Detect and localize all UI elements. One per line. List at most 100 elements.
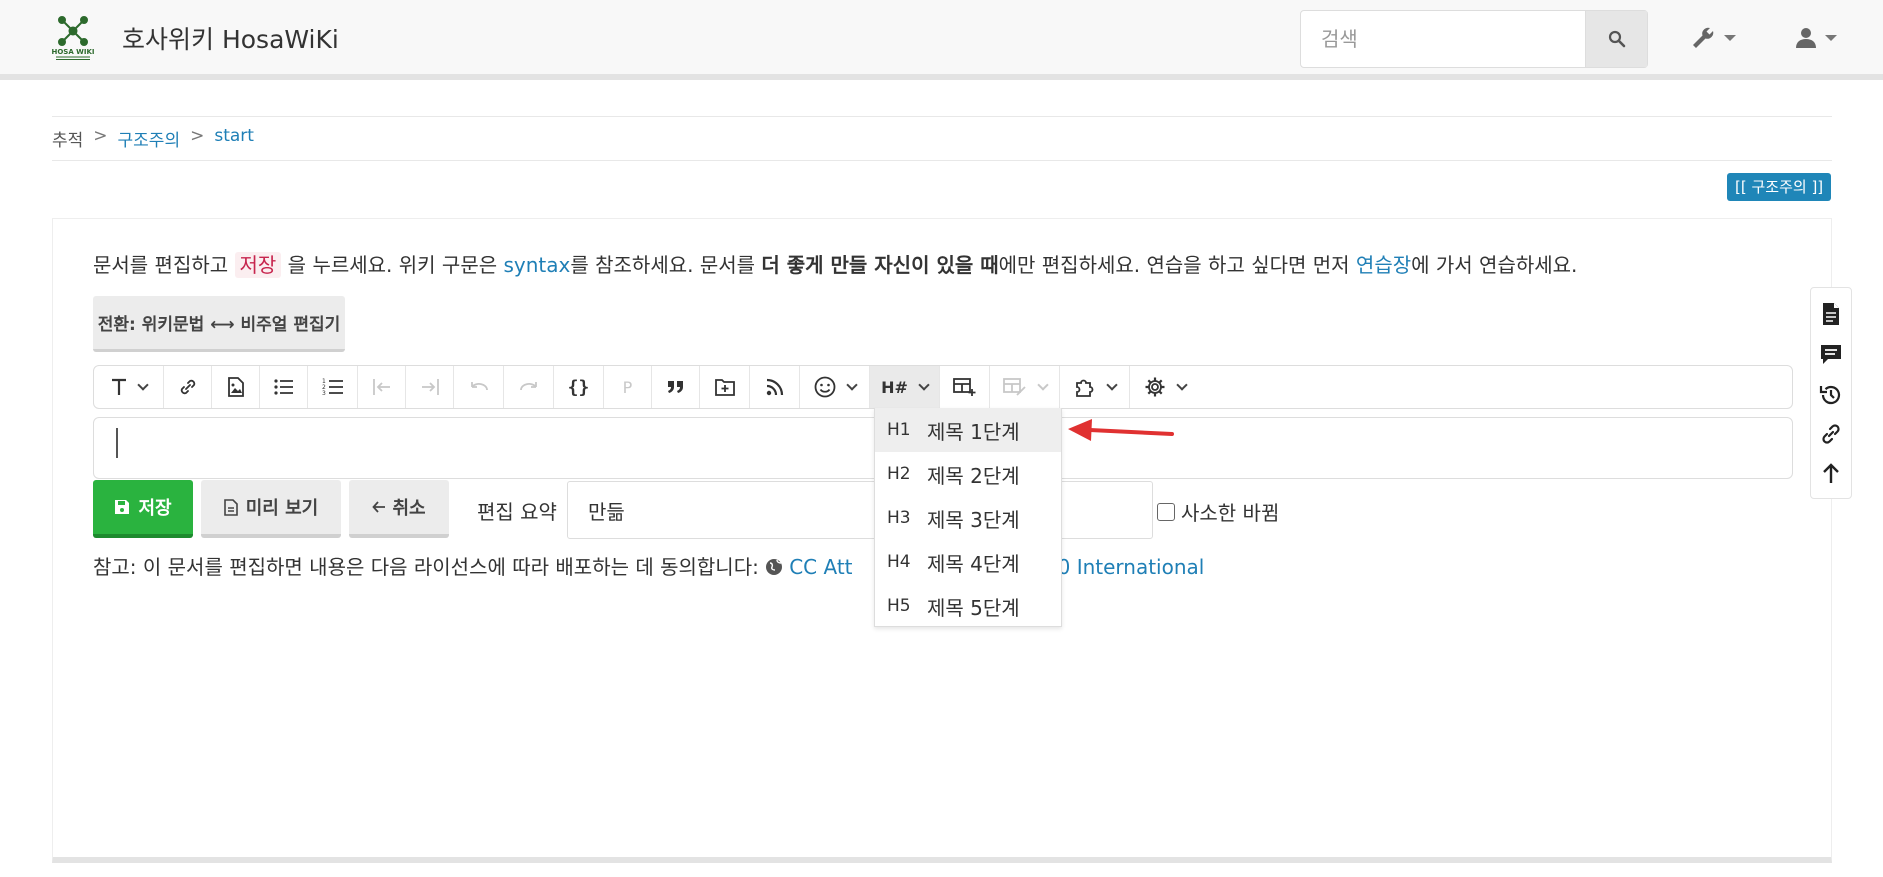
search-form	[1300, 10, 1648, 68]
save-button[interactable]: 저장	[93, 480, 193, 538]
site-title[interactable]: 호사위키 HosaWiKi	[122, 20, 339, 56]
license-link-suffix[interactable]: 4.0 International	[1039, 555, 1205, 579]
redo-icon	[519, 382, 537, 391]
chevron-down-icon	[1036, 379, 1049, 391]
heading-option-h1[interactable]: H1 제목 1단계	[875, 408, 1061, 452]
code-button[interactable]: {}	[554, 366, 604, 408]
undo-button[interactable]	[454, 366, 504, 408]
heading-option-label: 제목 1단계	[927, 419, 1020, 444]
heading-option-h4[interactable]: H4 제목 4단계	[875, 540, 1061, 584]
user-menu[interactable]	[1795, 20, 1851, 56]
chevron-down-icon	[136, 379, 149, 391]
intro-text: 를 참조하세요. 문서를	[570, 253, 762, 277]
page-tools-sidebar	[1810, 287, 1852, 499]
text-style-button[interactable]	[94, 366, 164, 408]
annotation-arrow	[1068, 419, 1174, 441]
insert-file-button[interactable]	[700, 366, 750, 408]
ordered-list-button[interactable]: 123	[308, 366, 358, 408]
page-id-badge[interactable]: [[ 구조주의 ]]	[1727, 173, 1832, 201]
rss-button[interactable]	[750, 366, 800, 408]
minor-change-label: 사소한 바뀜	[1181, 501, 1280, 525]
history-icon[interactable]	[1819, 383, 1843, 407]
preview-button[interactable]: 미리 보기	[201, 480, 341, 538]
puzzle-icon	[1075, 379, 1093, 397]
site-logo[interactable]: HOSA WIKI	[50, 12, 96, 62]
tools-menu[interactable]	[1690, 20, 1746, 56]
text-icon	[111, 378, 126, 395]
heading-dropdown-menu: H1 제목 1단계 H2 제목 2단계 H3 제목 3단계 H4 제목 4단계 …	[874, 408, 1062, 627]
document-icon[interactable]	[1821, 302, 1841, 326]
redo-button[interactable]	[504, 366, 554, 408]
heading-option-h5[interactable]: H5 제목 5단계	[875, 584, 1061, 628]
heading-option-label: 제목 4단계	[927, 551, 1020, 576]
text-cursor	[116, 428, 118, 458]
comment-icon[interactable]	[1819, 343, 1843, 367]
file-plus-icon	[714, 379, 735, 396]
bullet-list-button[interactable]	[260, 366, 308, 408]
summary-input[interactable]	[567, 481, 1153, 539]
wrench-icon	[1693, 27, 1714, 48]
emoji-button[interactable]	[800, 366, 870, 408]
quote-icon	[667, 381, 683, 393]
heading-option-h3[interactable]: H3 제목 3단계	[875, 496, 1061, 540]
syntax-link[interactable]: syntax	[503, 253, 570, 277]
smiley-icon	[814, 376, 835, 398]
cancel-label: 취소	[392, 498, 426, 519]
logo-text: HOSA WIKI	[51, 48, 94, 56]
paragraph-button[interactable]: P	[604, 366, 652, 408]
checkbox-box[interactable]	[1157, 502, 1175, 521]
indent-button[interactable]	[406, 366, 454, 408]
arrow-up-icon[interactable]	[1821, 462, 1841, 484]
license-text: 참고: 이 문서를 편집하면 내용은 다음 라이선스에 따라 배포하는 데 동의…	[93, 555, 766, 579]
search-input[interactable]	[1301, 11, 1587, 67]
intro-text: 문서를 편집하고	[93, 253, 235, 277]
chevron-down-icon	[918, 379, 930, 391]
heading-tag: H3	[887, 508, 911, 528]
heading-tag: H2	[887, 464, 911, 484]
link-button[interactable]	[164, 366, 212, 408]
search-button[interactable]	[1585, 11, 1647, 67]
link-icon	[180, 379, 195, 395]
outdent-icon	[372, 379, 390, 395]
table-edit-button[interactable]	[990, 366, 1060, 408]
settings-button[interactable]	[1130, 366, 1200, 408]
editor-toolbar: 123 {} P H#	[93, 365, 1793, 409]
blockquote-button[interactable]	[652, 366, 700, 408]
save-label: 저장	[138, 498, 172, 519]
plugin-button[interactable]	[1060, 366, 1130, 408]
minor-change-checkbox[interactable]: 사소한 바뀜	[1157, 497, 1279, 526]
divider	[52, 160, 1832, 161]
heading-tag: H4	[887, 552, 911, 572]
intro-text: 에만 편집하세요. 연습을 하고 싶다면 먼저	[998, 253, 1356, 277]
top-navbar: HOSA WIKI 호사위키 HosaWiKi	[0, 0, 1883, 80]
save-code: 저장	[234, 252, 282, 278]
playground-link[interactable]: 연습장	[1356, 253, 1411, 277]
heading-option-label: 제목 3단계	[927, 507, 1020, 532]
search-icon	[1608, 30, 1625, 48]
rss-icon	[766, 378, 783, 396]
user-icon	[1796, 28, 1816, 48]
breadcrumb: 추적 > 구조주의 > start	[52, 126, 254, 151]
globe-icon	[766, 559, 783, 575]
ordered-list-icon: 123	[322, 378, 343, 396]
cancel-button[interactable]: 취소	[349, 480, 449, 538]
outdent-button[interactable]	[358, 366, 406, 408]
breadcrumb-label: 추적	[52, 131, 84, 151]
link-icon[interactable]	[1820, 423, 1842, 445]
breadcrumb-separator: >	[190, 126, 205, 146]
chevron-down-icon	[1105, 379, 1118, 391]
breadcrumb-item[interactable]: 구조주의	[118, 126, 181, 151]
image-button[interactable]	[212, 366, 260, 408]
switch-editor-button[interactable]: 전환: 위키문법 ⟷ 비주얼 편집기	[93, 296, 345, 352]
arrow-left-icon	[372, 501, 386, 513]
breadcrumb-item[interactable]: start	[214, 126, 254, 151]
insert-table-button[interactable]	[940, 366, 990, 408]
heading-option-h2[interactable]: H2 제목 2단계	[875, 452, 1061, 496]
license-link[interactable]: CC Att	[789, 555, 852, 579]
bullet-list-icon	[273, 379, 293, 395]
chevron-down-icon	[1724, 35, 1736, 41]
chevron-down-icon	[1176, 379, 1188, 391]
heading-button[interactable]: H#	[870, 366, 940, 408]
divider	[52, 116, 1832, 117]
table-edit-icon	[1002, 378, 1026, 396]
